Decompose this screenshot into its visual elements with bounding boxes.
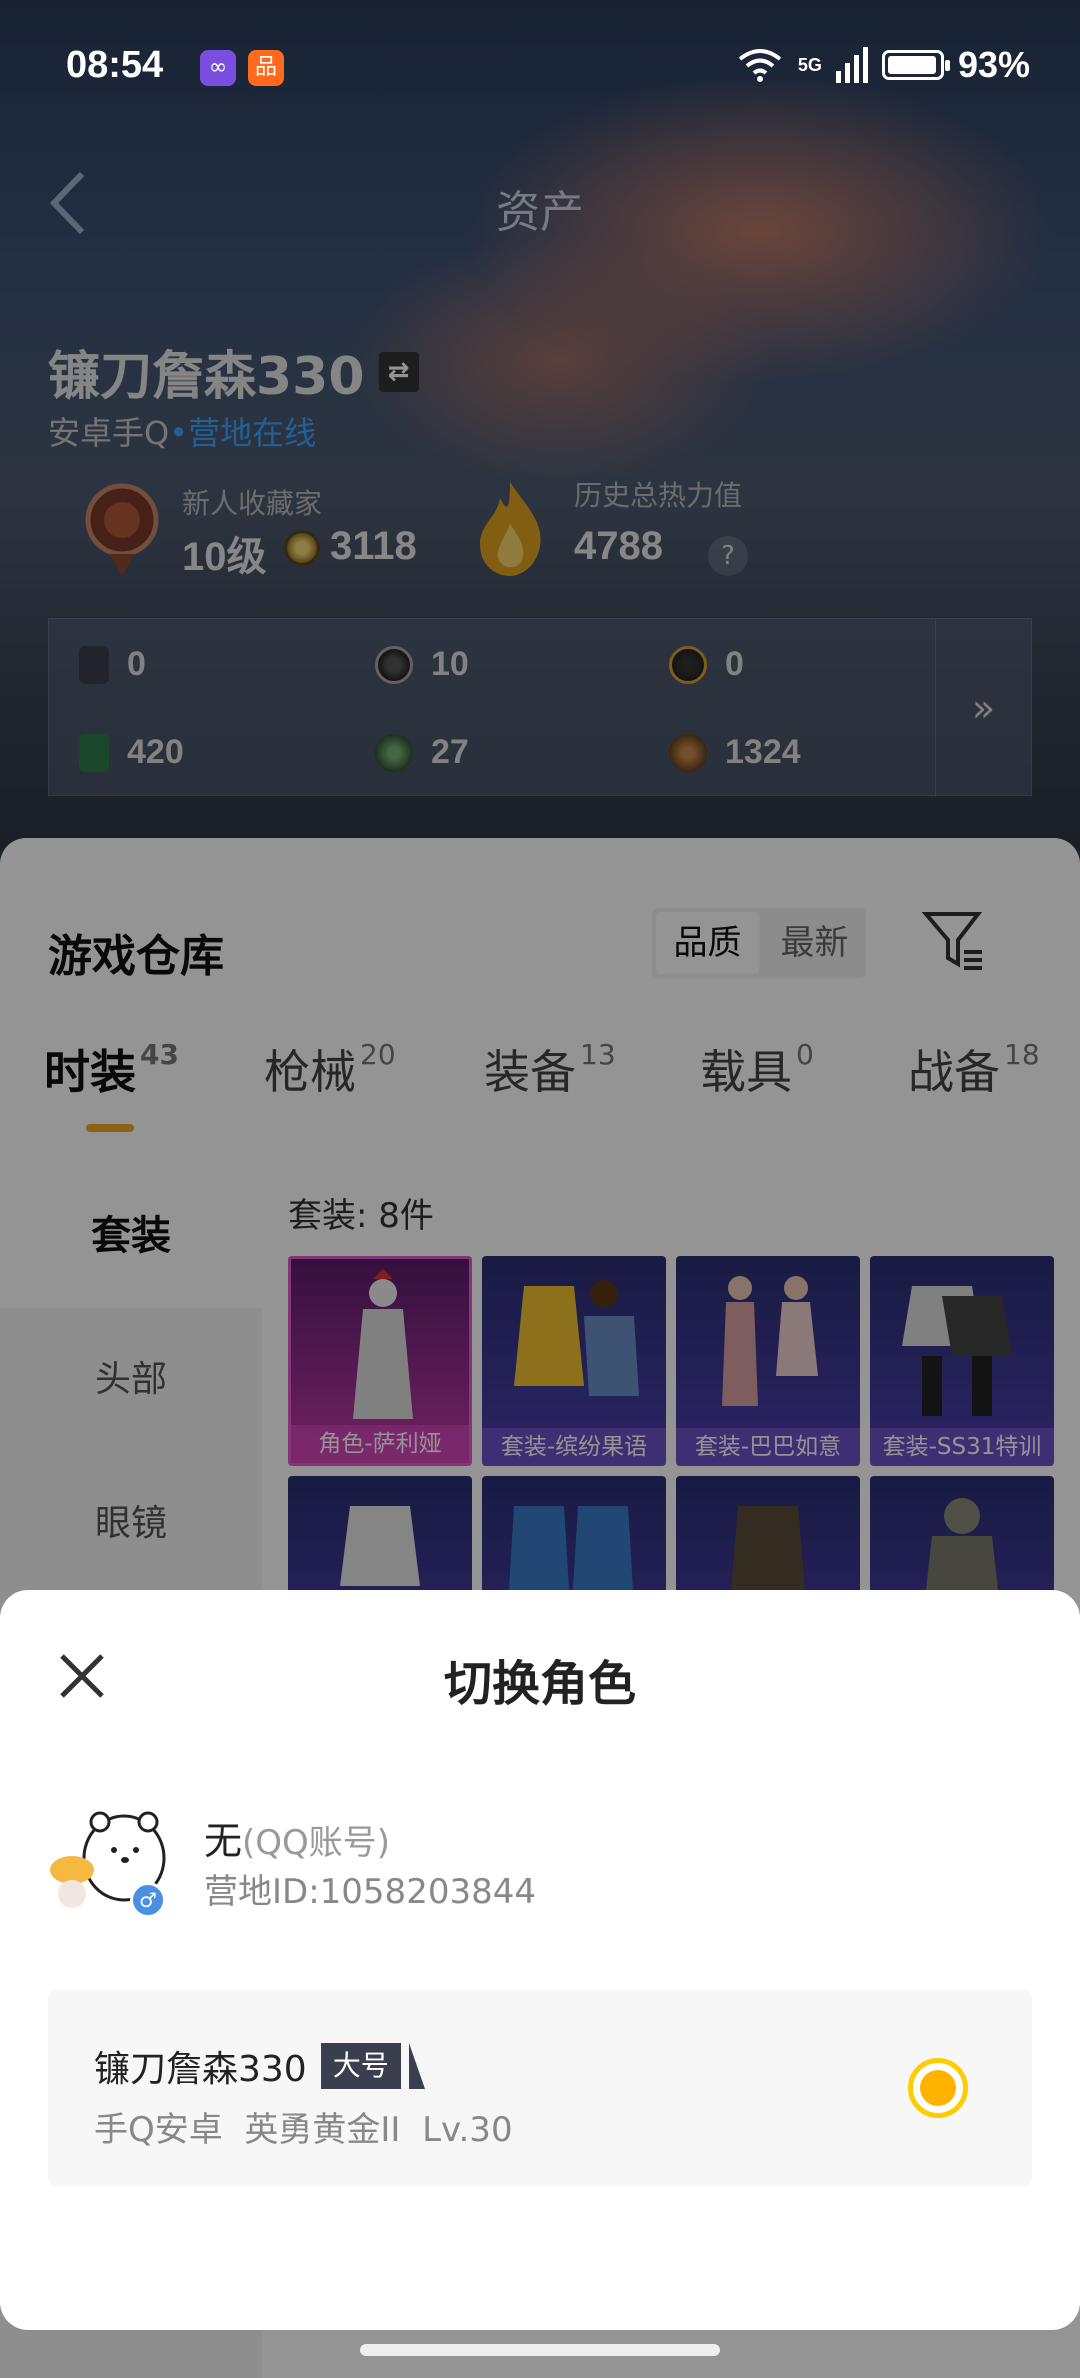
role-platform: 手Q安卓 (94, 2110, 223, 2150)
role-details: 手Q安卓 英勇黄金II Lv.30 (94, 2102, 513, 2151)
account-type: (QQ账号) (242, 1823, 391, 1863)
wifi-icon (738, 49, 782, 82)
status-time: 08:54 (66, 44, 164, 86)
switch-role-sheet: 切换角色 ♂ 无(QQ账号) 营地ID:1058203844 镰刀詹森330 大… (0, 1590, 1080, 2330)
sheet-title: 切换角色 (443, 1656, 636, 1712)
signal-icon (835, 47, 868, 83)
home-indicator[interactable] (360, 2344, 720, 2356)
gender-male-icon: ♂ (130, 1882, 166, 1918)
battery-icon (881, 50, 950, 80)
account-row: ♂ 无(QQ账号) 营地ID:1058203844 (48, 1800, 1032, 1930)
network-label: 5G (797, 54, 822, 75)
role-selected-radio[interactable] (908, 2058, 968, 2118)
app-notification-icon-2: 品 (248, 50, 284, 86)
status-bar: 08:54 ∞ 品 5G 93% (0, 0, 1080, 140)
role-level: Lv.30 (422, 2110, 513, 2150)
app-notification-icon: ∞ (200, 50, 236, 86)
account-name-text: 无 (204, 1819, 243, 1863)
account-name: 无(QQ账号) (204, 1810, 390, 1865)
role-name-line: 镰刀詹森330 大号 (94, 2040, 425, 2092)
role-card[interactable]: 镰刀詹森330 大号 手Q安卓 英勇黄金II Lv.30 (48, 1990, 1032, 2186)
role-name: 镰刀詹森330 (94, 2049, 307, 2090)
main-account-badge: 大号 (320, 2043, 425, 2089)
account-id: 营地ID:1058203844 (204, 1872, 536, 1912)
battery-level: 93% (957, 44, 1030, 85)
role-rank: 英勇黄金II (244, 2110, 401, 2150)
